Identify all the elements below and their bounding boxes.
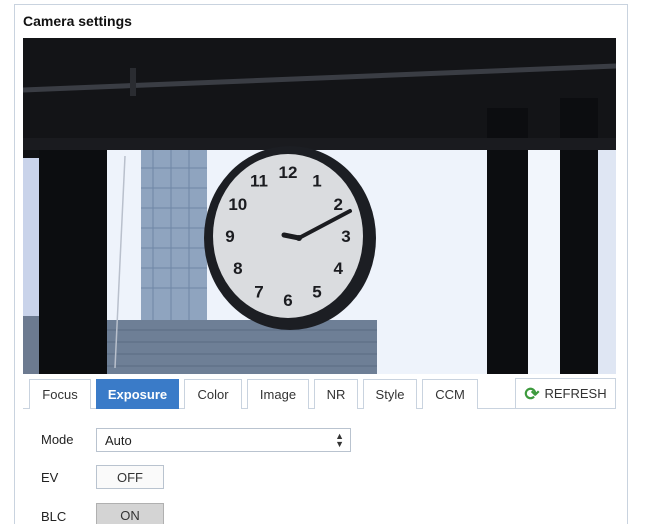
settings-tabbar: Focus Exposure Color Image NR Style CCM … xyxy=(23,376,616,409)
panel-title: Camera settings xyxy=(23,13,132,29)
clock-numeral: 12 xyxy=(279,163,298,182)
blc-label: BLC xyxy=(41,509,67,524)
clock-numeral: 4 xyxy=(333,259,343,278)
camera-preview: 12 1 2 3 4 5 6 7 8 9 10 11 xyxy=(23,38,616,374)
ev-label: EV xyxy=(41,470,59,485)
refresh-button[interactable]: ⟳ REFRESH xyxy=(515,378,616,409)
clock-numeral: 1 xyxy=(312,172,321,191)
mode-select-value: Auto xyxy=(105,432,132,448)
tab-image[interactable]: Image xyxy=(247,379,309,409)
tab-nr[interactable]: NR xyxy=(314,379,358,409)
ev-toggle-button[interactable]: OFF xyxy=(96,465,164,489)
refresh-label: REFRESH xyxy=(544,386,607,401)
clock-numeral: 8 xyxy=(233,259,242,278)
select-arrows-icon: ▲ ▼ xyxy=(335,431,344,449)
tab-style[interactable]: Style xyxy=(363,379,417,409)
clock-numeral: 9 xyxy=(225,227,234,246)
camera-settings-panel: Camera settings 12 1 2 3 4 5 6 7 8 9 10 … xyxy=(14,4,628,524)
tab-color[interactable]: Color xyxy=(184,379,242,409)
clock-graphic: 12 12 3 45 6 78 9 1011 xyxy=(204,146,376,330)
tab-ccm[interactable]: CCM xyxy=(422,379,478,409)
clock-numeral: 10 xyxy=(228,195,247,214)
clock-numeral: 3 xyxy=(341,227,350,246)
clock-numeral: 5 xyxy=(312,282,321,301)
refresh-icon: ⟳ xyxy=(524,383,540,404)
clock-numeral: 11 xyxy=(250,172,268,191)
clock-numeral: 2 xyxy=(333,195,342,214)
mode-label: Mode xyxy=(41,432,74,447)
camera-image: 12 12 3 45 6 78 9 1011 xyxy=(23,38,616,374)
clock-numeral: 6 xyxy=(283,291,292,310)
blc-toggle-button[interactable]: ON xyxy=(96,503,164,524)
tab-exposure[interactable]: Exposure xyxy=(96,379,179,409)
tab-focus[interactable]: Focus xyxy=(29,379,91,409)
mode-select[interactable]: Auto ▲ ▼ xyxy=(96,428,351,452)
clock-numeral: 7 xyxy=(254,282,263,301)
